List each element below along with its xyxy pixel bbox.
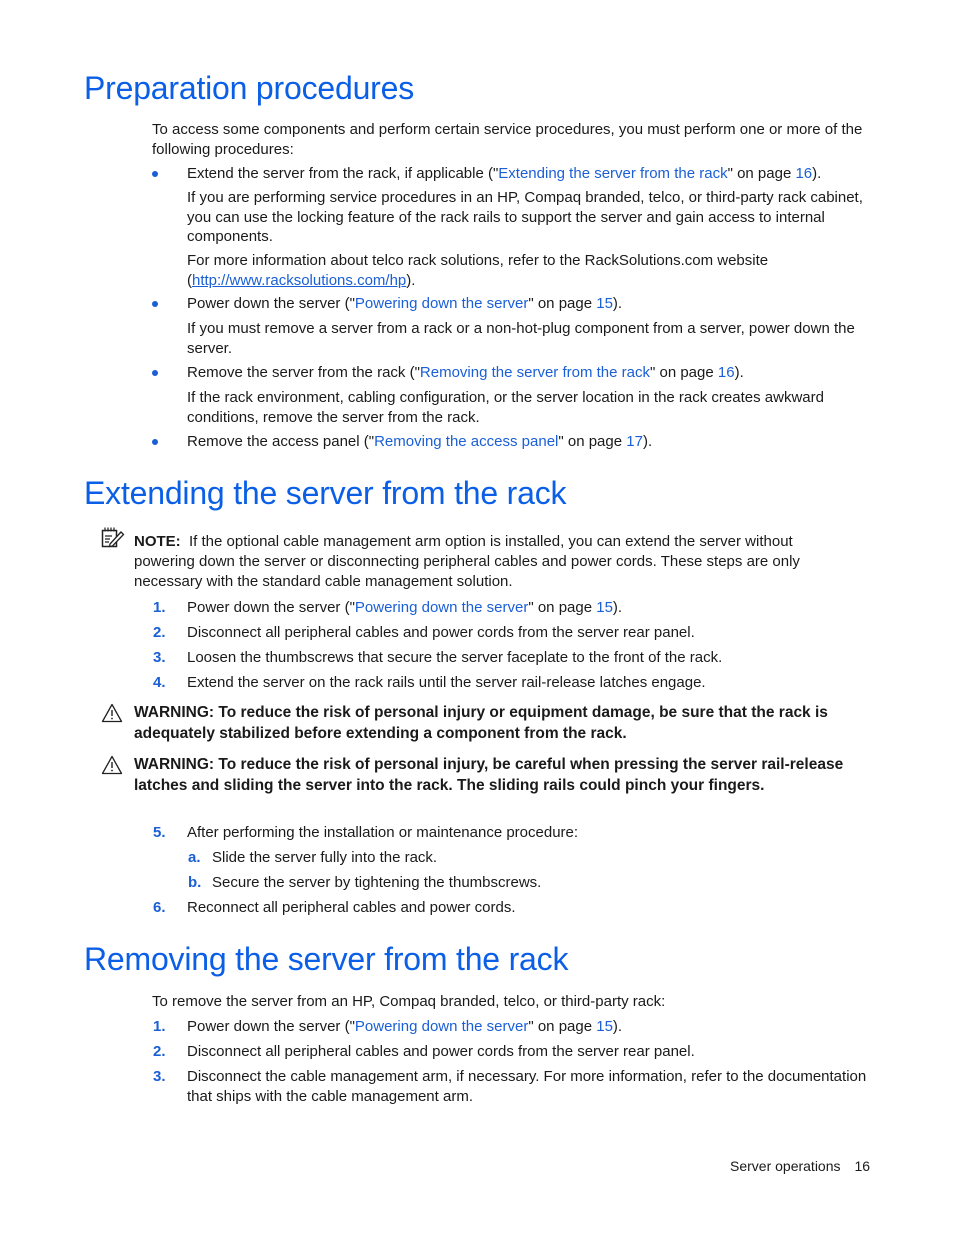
link-powering-down[interactable]: Powering down the server bbox=[355, 295, 528, 312]
remove-step-1: Power down the server ("Powering down th… bbox=[187, 1018, 623, 1035]
warning-callout-1: WARNING: To reduce the risk of personal … bbox=[134, 704, 828, 742]
substep-letter: a. bbox=[188, 849, 201, 866]
note-icon bbox=[101, 527, 125, 548]
prep-item-3-para: If the rack environment, cabling configu… bbox=[187, 389, 824, 426]
link-removing-access-panel[interactable]: Removing the access panel bbox=[374, 433, 558, 450]
section-heading-extending: Extending the server from the rack bbox=[84, 475, 567, 511]
section-heading-removing: Removing the server from the rack bbox=[84, 941, 569, 977]
page-link-15[interactable]: 15 bbox=[596, 1018, 613, 1035]
page-link-17[interactable]: 17 bbox=[626, 433, 643, 450]
prep-item-1: Extend the server from the rack, if appl… bbox=[187, 165, 822, 182]
bullet-icon bbox=[152, 439, 158, 445]
link-extending-server[interactable]: Extending the server from the rack bbox=[498, 165, 727, 182]
remove-step-3: Disconnect the cable management arm, if … bbox=[187, 1068, 867, 1105]
extend-step-1: Power down the server ("Powering down th… bbox=[187, 599, 623, 616]
page-link-15[interactable]: 15 bbox=[596, 599, 613, 616]
extend-step-3: Loosen the thumbscrews that secure the s… bbox=[187, 649, 723, 666]
step-number: 3. bbox=[153, 1068, 166, 1085]
warning-icon bbox=[101, 755, 123, 775]
extend-step-2: Disconnect all peripheral cables and pow… bbox=[187, 624, 695, 641]
prep-item-2-para: If you must remove a server from a rack … bbox=[187, 320, 855, 357]
bullet-icon bbox=[152, 370, 158, 376]
step-number: 1. bbox=[153, 1018, 166, 1035]
extend-step-5: After performing the installation or mai… bbox=[187, 824, 579, 841]
prep-item-1-para-2: For more information about telco rack so… bbox=[187, 252, 769, 289]
step-number: 5. bbox=[153, 824, 166, 841]
prep-item-3: Remove the server from the rack ("Removi… bbox=[187, 364, 744, 381]
prep-item-2: Power down the server ("Powering down th… bbox=[187, 295, 623, 312]
prep-item-4: Remove the access panel ("Removing the a… bbox=[187, 433, 653, 450]
remove-intro: To remove the server from an HP, Compaq … bbox=[152, 993, 666, 1010]
extend-substep-a: Slide the server fully into the rack. bbox=[212, 849, 438, 866]
prep-item-1-para-1: If you are performing service procedures… bbox=[187, 189, 863, 245]
link-removing-server[interactable]: Removing the server from the rack bbox=[420, 364, 650, 381]
step-number: 2. bbox=[153, 624, 166, 641]
warning-callout-2: WARNING: To reduce the risk of personal … bbox=[134, 756, 844, 794]
step-number: 1. bbox=[153, 599, 166, 616]
extend-step-4: Extend the server on the rack rails unti… bbox=[187, 674, 706, 691]
footer-page-number: 16 bbox=[854, 1158, 871, 1174]
page-link-15[interactable]: 15 bbox=[596, 295, 613, 312]
step-number: 6. bbox=[153, 899, 166, 916]
link-powering-down[interactable]: Powering down the server bbox=[355, 1018, 528, 1035]
page-link-16[interactable]: 16 bbox=[718, 364, 735, 381]
warning-icon bbox=[101, 703, 123, 723]
extend-substep-b: Secure the server by tightening the thum… bbox=[212, 874, 542, 891]
extend-step-6: Reconnect all peripheral cables and powe… bbox=[187, 899, 516, 916]
bullet-icon bbox=[152, 301, 158, 307]
footer-section-name: Server operations bbox=[730, 1158, 841, 1174]
substep-letter: b. bbox=[188, 874, 202, 891]
note-callout: NOTE: If the optional cable management a… bbox=[134, 533, 800, 590]
bullet-icon bbox=[152, 171, 158, 177]
link-powering-down[interactable]: Powering down the server bbox=[355, 599, 528, 616]
prep-intro: To access some components and perform ce… bbox=[152, 121, 863, 158]
page-footer: Server operations 16 bbox=[730, 1158, 870, 1174]
step-number: 2. bbox=[153, 1043, 166, 1060]
step-number: 4. bbox=[153, 674, 166, 691]
remove-step-2: Disconnect all peripheral cables and pow… bbox=[187, 1043, 695, 1060]
section-heading-preparation: Preparation procedures bbox=[84, 70, 415, 106]
page-link-16[interactable]: 16 bbox=[795, 165, 812, 182]
racksolutions-url-link[interactable]: http://www.racksolutions.com/hp bbox=[192, 272, 406, 289]
step-number: 3. bbox=[153, 649, 166, 666]
